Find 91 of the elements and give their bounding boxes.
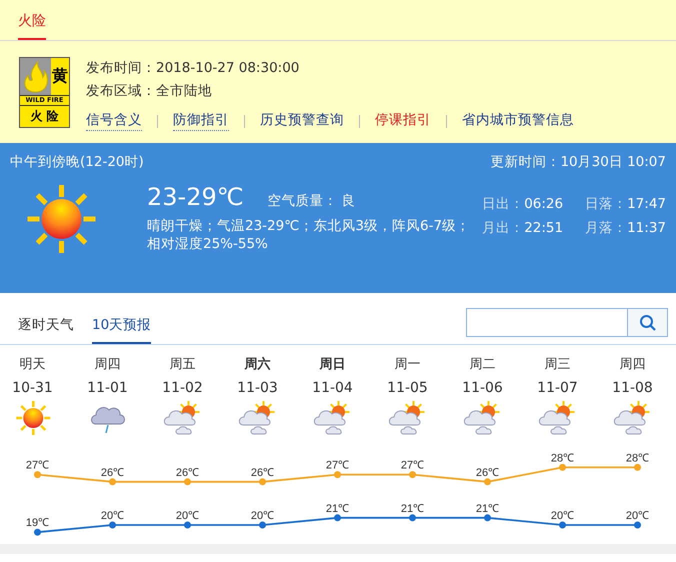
weekday-label: 周三: [544, 356, 570, 374]
temperature-point: [109, 478, 116, 486]
weekday-label: 明天: [20, 356, 46, 374]
temperature-label: 21℃: [400, 502, 424, 515]
temperature-point: [184, 478, 191, 486]
update-time: 更新时间：10月30日 10:07: [490, 153, 666, 171]
temperature-label: 26℃: [476, 466, 500, 479]
weekday-label: 周日: [320, 356, 346, 374]
temperature-point: [484, 478, 491, 486]
date-label: 11-01: [87, 380, 128, 396]
date-label: 11-08: [612, 380, 653, 396]
temperature-point: [34, 471, 41, 478]
temperature-label: 26℃: [250, 466, 274, 479]
temperature-label: 19℃: [26, 517, 50, 530]
temperature-point: [634, 464, 641, 471]
forecast-tab[interactable]: 10天预报: [92, 316, 152, 344]
astro-label: 日出：: [482, 196, 524, 212]
sun-cloud-icon: [538, 400, 578, 436]
air-quality-value: 良: [342, 192, 356, 210]
search-button[interactable]: [627, 309, 667, 336]
temperature-label: 28℃: [550, 452, 574, 464]
field-value: 2018-10-27 08:30:00: [156, 60, 300, 76]
temperature-label: 28℃: [626, 452, 650, 464]
temperature-point: [34, 528, 41, 536]
weekday-label: 周五: [170, 356, 196, 374]
flame-icon: [20, 58, 51, 95]
alert-link[interactable]: 省内城市预警信息: [462, 111, 574, 131]
sun-cloud-icon: [312, 400, 352, 436]
temperature-point: [184, 522, 191, 528]
temperature-point: [409, 514, 416, 522]
search-icon: [638, 314, 656, 332]
field-value: 全市陆地: [156, 83, 212, 99]
air-quality-label: 空气质量：: [268, 192, 338, 210]
temperature-point: [409, 471, 416, 478]
temperature-point: [109, 522, 116, 528]
weekday-label: 周二: [470, 356, 496, 374]
temperature-point: [259, 478, 266, 486]
temperature-point: [559, 522, 566, 528]
temperature-label: 20℃: [176, 510, 200, 522]
temperature-label: 20℃: [250, 510, 274, 522]
search-field[interactable]: [466, 308, 668, 337]
sun-cloud-icon: [388, 400, 428, 436]
period-label: 中午到傍晚(12-20时): [10, 153, 144, 171]
weekday-label: 周一: [394, 356, 420, 374]
forecast-tab[interactable]: 逐时天气: [18, 316, 74, 344]
weather-description: 晴朗干燥；气温23-29℃；东北风3级，阵风6-7级；相对湿度25%-55%: [147, 217, 472, 253]
astro-time: 22:51: [524, 220, 564, 236]
alert-link[interactable]: 防御指引: [173, 111, 229, 131]
date-label: 11-06: [462, 380, 503, 396]
date-label: 11-02: [162, 380, 203, 396]
temperature-label: 26℃: [100, 466, 124, 479]
temperature-label: 27℃: [400, 460, 424, 472]
temperature-point: [334, 471, 341, 478]
temperature-point: [259, 522, 266, 528]
date-label: 11-04: [312, 380, 353, 396]
alert-link[interactable]: 历史预警查询: [260, 111, 344, 131]
temperature-label: 27℃: [26, 460, 50, 472]
temperature-label: 20℃: [100, 510, 124, 522]
temperature-label: 20℃: [626, 510, 650, 522]
date-label: 11-07: [537, 380, 578, 396]
temperature-label: 20℃: [550, 510, 574, 522]
temperature-point: [559, 464, 566, 471]
astro-time: 11:37: [627, 220, 666, 236]
sun-cloud-icon: [162, 400, 202, 436]
temperature-label: 21℃: [326, 502, 350, 515]
weekday-label: 周四: [94, 356, 120, 374]
field-label: 发布时间：: [86, 60, 156, 76]
alert-link[interactable]: 信号含义: [86, 111, 142, 131]
alert-tab[interactable]: 火险: [18, 12, 46, 40]
astro-label: 日落：: [585, 196, 628, 212]
temperature-point: [484, 514, 491, 522]
weekday-label: 周四: [620, 356, 646, 374]
astro-label: 月出：: [482, 220, 524, 236]
sun-cloud-icon: [462, 400, 502, 436]
sun-cloud-icon: [238, 400, 278, 436]
astro-time: 06:26: [524, 196, 564, 212]
temperature-point: [334, 514, 341, 522]
temperature-label: 27℃: [326, 460, 350, 472]
temperature-label: 26℃: [176, 466, 200, 479]
weekday-label: 周六: [244, 356, 270, 374]
temperature-range: 23-29℃: [147, 183, 244, 211]
temperature-label: 21℃: [476, 502, 500, 515]
astro-label: 月落：: [585, 220, 628, 236]
astro-time: 17:47: [627, 196, 666, 212]
date-label: 10-31: [12, 380, 53, 396]
alert-link[interactable]: 停课指引: [375, 111, 431, 131]
date-label: 11-03: [237, 380, 278, 396]
temperature-point: [634, 522, 641, 528]
sun-cloud-icon: [612, 400, 652, 436]
field-label: 发布区域：: [86, 83, 156, 99]
date-label: 11-05: [387, 380, 428, 396]
